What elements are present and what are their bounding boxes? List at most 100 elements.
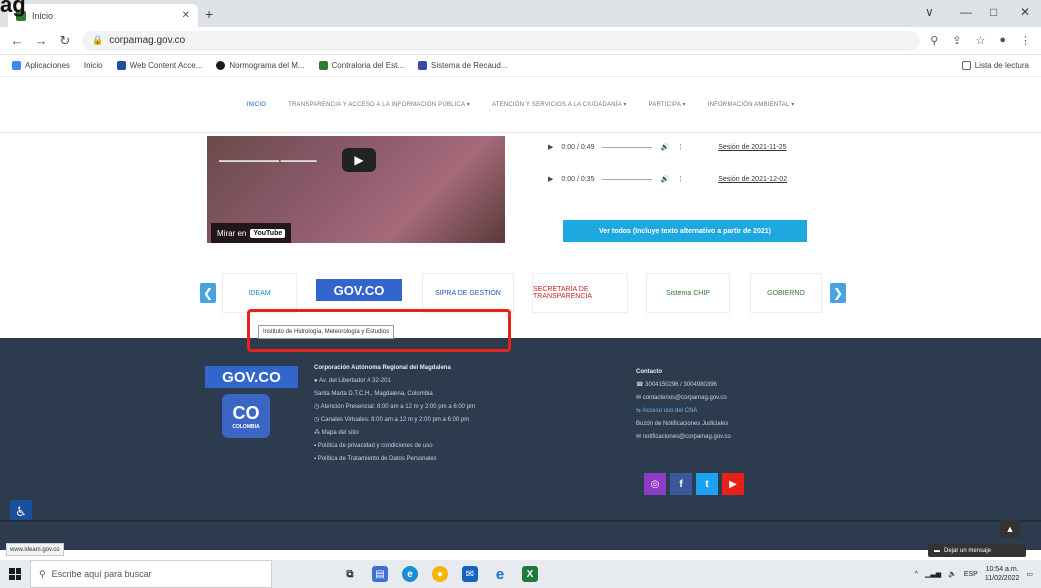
bookmark-web-content[interactable]: Web Content Acce... [116, 61, 202, 70]
audio-play-icon[interactable]: ▶ [548, 175, 553, 183]
maximize-button[interactable]: □ [990, 5, 997, 19]
audio-progress-bar[interactable] [602, 146, 653, 148]
reload-icon[interactable]: ↻ [58, 33, 72, 49]
logo-sistema-chip[interactable]: Sistema CHIP [646, 273, 730, 313]
notifications-icon[interactable]: ▭ [1026, 570, 1033, 578]
sitemap-link[interactable]: ⁂ Mapa del sitio [314, 427, 475, 440]
excel-app-icon[interactable]: X [522, 566, 538, 582]
mail-icon: ✉ [636, 395, 643, 401]
bookmark-contraloria[interactable]: Contraloria del Est... [318, 61, 404, 70]
watch-on-youtube-button[interactable]: Mirar en YouTube [211, 223, 292, 243]
network-icon[interactable]: ▁▃▅ [925, 570, 941, 578]
audio-volume-icon[interactable]: 🔊 [660, 143, 669, 151]
bookmark-star-icon[interactable]: ☆ [975, 34, 985, 47]
bookmark-sistema-recaudo[interactable]: Sistema de Recaud... [418, 61, 508, 70]
youtube-video-embed[interactable]: ▬▬▬▬▬▬▬▬▬▬ ▬▬▬▬▬▬ ▶ Mirar en YouTube [207, 136, 505, 243]
cropped-heading: ag [0, 0, 26, 17]
browser-tab[interactable]: Inicio ✕ [8, 4, 198, 27]
audio-time: 0:00 / 0:35 [561, 175, 595, 183]
start-button[interactable] [0, 560, 30, 588]
bookmark-normograma[interactable]: Normograma del M... [216, 61, 305, 70]
cna-link[interactable]: ⇆ Acceso uso del CNA [636, 405, 731, 418]
new-tab-button[interactable]: + [205, 6, 213, 22]
privacy-policy-link[interactable]: ▪ Política de privacidad y condiciones d… [314, 440, 475, 453]
tab-search-icon[interactable]: ∨ [925, 5, 934, 19]
nav-participa[interactable]: PARTICIPA ▾ [649, 101, 686, 108]
facebook-icon[interactable]: f [670, 473, 692, 495]
search-icon: ⚲ [39, 568, 46, 579]
system-tray: ^ ▁▃▅ 🔈 ESP 10:54 a.m. 11/02/2022 ▭ [915, 565, 1041, 583]
audio-progress-bar[interactable] [602, 178, 653, 180]
social-links: ◎ f t ▶ [644, 473, 744, 495]
audio-menu-icon[interactable]: ⋮ [677, 175, 684, 183]
news-app-icon[interactable]: ▤ [372, 566, 388, 582]
ver-todos-button[interactable]: Ver todos (Incluye texto alternativo a p… [563, 220, 807, 242]
ie-browser-icon[interactable]: e [492, 566, 508, 583]
carousel-prev-button[interactable]: ❮ [200, 283, 216, 303]
zoom-icon[interactable]: ⚲ [930, 34, 938, 47]
chat-message-button[interactable]: ▬ Dejar un mensaje [928, 544, 1026, 557]
minimize-button[interactable]: — [960, 5, 972, 19]
taskbar-search-placeholder: Escribe aquí para buscar [51, 569, 152, 579]
audio-player-2[interactable]: ▶ 0:00 / 0:35 🔊 ⋮ Sesión de 2021-12-02 [548, 175, 787, 184]
keyboard-language[interactable]: ESP [964, 571, 978, 578]
logo-ideam[interactable]: IDEAM [222, 273, 297, 313]
edge-browser-icon[interactable]: e [402, 566, 418, 582]
clock-icon: ◷ [314, 417, 321, 423]
address-bar[interactable]: 🔒 corpamag.gov.co [82, 30, 921, 51]
chrome-browser-icon[interactable]: ● [432, 566, 448, 582]
audio-player-1[interactable]: ▶ 0:00 / 0:49 🔊 ⋮ Sesión de 2021-11-25 [548, 143, 787, 152]
nav-informacion-ambiental[interactable]: INFORMACIÓN AMBIENTAL ▾ [708, 101, 795, 108]
logo-secretaria-transparencia[interactable]: SECRETARÍA DE TRANSPARENCIA [532, 273, 628, 313]
windows-taskbar: ⚲ Escribe aquí para buscar ⧉ ▤ e ● ✉ e X… [0, 560, 1041, 588]
menu-kebab-icon[interactable]: ⋮ [1020, 34, 1031, 47]
play-icon[interactable]: ▶ [342, 148, 376, 172]
ideam-logo-icon: IDEAM [248, 289, 271, 297]
logo-sipra[interactable]: SIPRA DE GESTIÓN [422, 273, 514, 313]
nav-inicio[interactable]: INICIO [247, 102, 267, 108]
main-content: ▬▬▬▬▬▬▬▬▬▬ ▬▬▬▬▬▬ ▶ Mirar en YouTube ▶ 0… [0, 133, 1041, 338]
logo-gobierno[interactable]: GOBIERNO [750, 273, 822, 313]
chat-icon: ▬ [934, 547, 940, 554]
audio-volume-icon[interactable]: 🔊 [660, 175, 669, 183]
volume-icon[interactable]: 🔈 [948, 570, 957, 578]
profile-icon[interactable]: ● [999, 34, 1006, 47]
forward-icon[interactable]: → [34, 33, 48, 48]
audio-time: 0:00 / 0:49 [561, 143, 595, 151]
session-link[interactable]: Sesión de 2021-12-02 [718, 176, 787, 183]
session-link[interactable]: Sesión de 2021-11-25 [718, 144, 786, 151]
bookmark-apps[interactable]: Aplicaciones [12, 61, 70, 70]
footer-govco-logo[interactable]: GOV.CO [205, 366, 298, 388]
mail-app-icon[interactable]: ✉ [462, 566, 478, 582]
nav-transparencia[interactable]: TRANSPARENCIA Y ACCESO A LA INFORMACIÓN … [288, 101, 470, 108]
footer-contact-info: Contacto ☎ 3004150296 / 3004980396 ✉ con… [636, 366, 731, 444]
task-view-icon[interactable]: ⧉ [342, 566, 358, 582]
bookmark-inicio[interactable]: Inicio [84, 61, 103, 70]
org-title: Corporación Autónoma Regional del Magdal… [314, 365, 451, 371]
youtube-icon[interactable]: ▶ [722, 473, 744, 495]
tray-chevron-icon[interactable]: ^ [915, 571, 918, 578]
carousel-next-button[interactable]: ❯ [830, 283, 846, 303]
status-bar-url: www.ideam.gov.co [6, 543, 64, 556]
audio-menu-icon[interactable]: ⋮ [677, 143, 684, 151]
close-window-button[interactable]: ✕ [1020, 5, 1030, 19]
back-icon[interactable]: ← [10, 33, 24, 48]
instagram-icon[interactable]: ◎ [644, 473, 666, 495]
twitter-icon[interactable]: t [696, 473, 718, 495]
scroll-to-top-button[interactable]: ▲ [1000, 520, 1020, 538]
browser-tab-bar: Inicio ✕ + ∨ — □ ✕ [0, 0, 1041, 27]
audio-play-icon[interactable]: ▶ [548, 143, 553, 151]
footer-org-info: Corporación Autónoma Regional del Magdal… [314, 362, 475, 466]
contact-email[interactable]: ✉ contactenos@corpamag.gov.co [636, 392, 731, 405]
logo-govco[interactable]: GOV.CO [316, 279, 402, 301]
close-tab-icon[interactable]: ✕ [182, 10, 190, 21]
taskbar-clock[interactable]: 10:54 a.m. 11/02/2022 [985, 565, 1020, 583]
taskbar-search-box[interactable]: ⚲ Escribe aquí para buscar [30, 560, 272, 588]
nav-atencion[interactable]: ATENCIÓN Y SERVICIOS A LA CIUDADANÍA ▾ [492, 101, 627, 108]
data-policy-link[interactable]: ▪ Política de Tratamiento de Datos Perso… [314, 453, 475, 466]
org-hours-presencial: ◷ Atención Presencial: 8:00 am a 12 m y … [314, 404, 475, 410]
reading-list[interactable]: Lista de lectura [961, 61, 1029, 70]
share-icon[interactable]: ⇪ [952, 34, 961, 47]
notifications-email[interactable]: ✉ notificaciones@corpamag.gov.co [636, 431, 731, 444]
lock-icon: 🔒 [92, 35, 104, 45]
